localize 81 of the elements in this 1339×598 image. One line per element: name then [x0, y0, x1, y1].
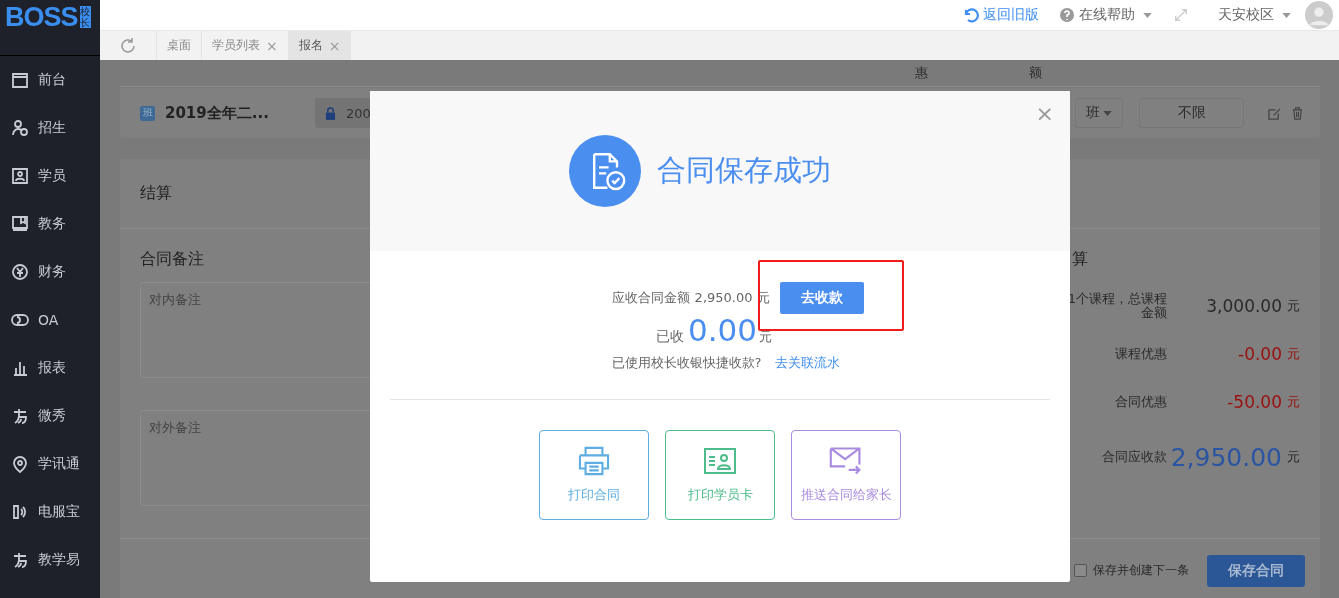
- save-contract-button[interactable]: 保存合同: [1207, 554, 1305, 587]
- header-link[interactable]: 在线帮助: [1059, 6, 1135, 24]
- sidebar-item[interactable]: 学员: [0, 152, 100, 200]
- close-icon[interactable]: ×: [1035, 101, 1054, 126]
- checkbox-label[interactable]: 保存并创建下一条: [1093, 562, 1189, 579]
- user-add-icon: [11, 119, 29, 137]
- action-button[interactable]: 打印学员卡: [665, 430, 775, 520]
- yen-coin-icon: [11, 263, 29, 281]
- brush-stroke-icon: [11, 407, 29, 425]
- caret-icon[interactable]: [1143, 12, 1152, 18]
- column-header: 额: [1029, 64, 1042, 82]
- hint-text: 已使用校长收银快捷收款?: [611, 354, 762, 372]
- received-amount: 0.00: [688, 312, 757, 348]
- summary-amount: -50.00: [1226, 392, 1282, 412]
- sidebar-item[interactable]: OA: [0, 296, 100, 344]
- currency-unit: 元: [759, 328, 772, 346]
- dialog-title: 合同保存成功: [657, 152, 831, 189]
- summary-label: 合同应收款: [1101, 450, 1167, 464]
- sidebar-item[interactable]: 微秀: [0, 392, 100, 440]
- section-title: 合同备注: [140, 249, 205, 270]
- tab[interactable]: 报名 ×: [288, 31, 352, 60]
- campus-selector[interactable]: 天安校区: [1218, 6, 1274, 24]
- sidebar-item[interactable]: 前台: [0, 56, 100, 104]
- avatar[interactable]: [1305, 1, 1333, 29]
- summary-amount: 3,000.00: [1205, 296, 1282, 316]
- sidebar-item[interactable]: 财务: [0, 248, 100, 296]
- currency-unit: 元: [1287, 448, 1300, 466]
- amount-due: 应收合同金额 2,950.00: [612, 289, 753, 307]
- trash-icon[interactable]: [1291, 106, 1304, 120]
- sidebar-item[interactable]: 教学易: [0, 536, 100, 584]
- class-badge: 班: [140, 105, 155, 121]
- document-check-icon: [569, 135, 641, 207]
- currency-unit: 元: [1287, 297, 1300, 315]
- book-icon: [11, 215, 29, 233]
- section-title: 算: [1072, 249, 1089, 270]
- header-link[interactable]: 返回旧版: [963, 6, 1039, 24]
- caret-icon[interactable]: [1282, 12, 1291, 18]
- bar-chart-icon: [11, 359, 29, 377]
- refresh-icon[interactable]: [119, 36, 137, 55]
- checkbox[interactable]: [1074, 564, 1087, 577]
- lock-icon: [325, 106, 336, 120]
- mail-send-icon: [829, 446, 863, 476]
- section-title: 结算: [140, 183, 172, 204]
- currency-unit: 元: [1287, 393, 1300, 411]
- currency-unit: 元: [1287, 345, 1300, 363]
- sidebar-item[interactable]: 报表: [0, 344, 100, 392]
- logo: BOSS: [5, 2, 78, 32]
- sidebar-item[interactable]: 招生: [0, 104, 100, 152]
- printer-icon: [577, 446, 611, 476]
- collect-button[interactable]: 去收款: [779, 282, 864, 314]
- help-icon: [1059, 7, 1075, 23]
- undo-icon: [963, 7, 979, 23]
- brush-stroke-icon: [11, 551, 29, 569]
- sidebar-item[interactable]: 教务: [0, 200, 100, 248]
- summary-amount: -0.00: [1237, 344, 1282, 364]
- action-button[interactable]: 推送合同给家长: [791, 430, 901, 520]
- summary-label: 1个课程，总课程金额: [1066, 292, 1167, 320]
- select-field[interactable]: 班: [1075, 98, 1123, 128]
- phone-icon: [11, 503, 29, 521]
- close-icon[interactable]: ×: [328, 37, 341, 54]
- link-flow-link[interactable]: 去关联流水: [775, 354, 841, 372]
- action-button[interactable]: 打印合同: [539, 430, 649, 520]
- column-header: 惠: [915, 64, 928, 82]
- limit-field[interactable]: 不限: [1139, 98, 1244, 128]
- summary-label: 课程优惠: [1114, 347, 1167, 361]
- contact-card-icon: [11, 167, 29, 185]
- class-name: 2019全年二...: [165, 103, 270, 123]
- caret-icon: [1103, 110, 1112, 116]
- sidebar-item[interactable]: 电服宝: [0, 488, 100, 536]
- sidebar-item[interactable]: 学讯通: [0, 440, 100, 488]
- summary-label: 合同优惠: [1114, 395, 1167, 409]
- received-label: 已收: [656, 328, 684, 346]
- location-pin-icon: [11, 455, 29, 473]
- id-card-icon: [703, 446, 737, 476]
- edit-icon[interactable]: [1268, 106, 1281, 120]
- toggle-icon: [11, 311, 29, 329]
- summary-amount: 2,950.00: [1169, 442, 1282, 472]
- close-icon[interactable]: ×: [266, 37, 278, 54]
- calendar-icon: [11, 71, 29, 89]
- logo-badge: 校长: [79, 6, 91, 28]
- expand-icon[interactable]: [1174, 8, 1188, 22]
